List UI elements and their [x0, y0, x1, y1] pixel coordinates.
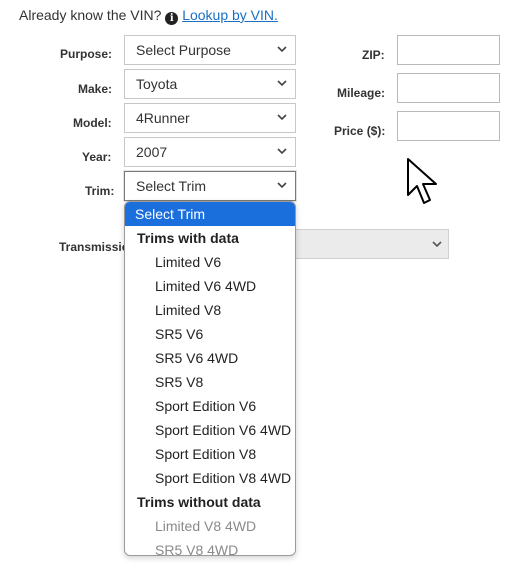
- trim-option-select-trim[interactable]: Select Trim: [125, 202, 295, 226]
- chevron-down-icon: [277, 114, 287, 121]
- optgroup-trims-with-data: Trims with data: [137, 230, 239, 246]
- year-select[interactable]: 2007: [124, 137, 296, 167]
- vin-prompt-row: Already know the VIN? i Lookup by VIN.: [19, 7, 278, 25]
- trim-dropdown-list[interactable]: Select Trim Trims with data Limited V6 L…: [124, 201, 296, 556]
- chevron-down-icon: [277, 182, 287, 189]
- vin-prompt-text: Already know the VIN?: [19, 7, 162, 23]
- mouse-pointer-icon: [407, 158, 437, 204]
- transmission-label: Transmissio: [59, 240, 130, 254]
- make-select[interactable]: Toyota: [124, 69, 296, 99]
- chevron-down-icon: [432, 241, 442, 248]
- year-label: Year:: [82, 150, 112, 164]
- optgroup-trims-without-data: Trims without data: [137, 494, 261, 510]
- trim-option[interactable]: SR5 V6: [125, 322, 295, 346]
- model-label: Model:: [73, 116, 112, 130]
- zip-input[interactable]: [397, 35, 500, 65]
- trim-select[interactable]: Select Trim: [124, 171, 296, 201]
- trim-label: Trim:: [85, 184, 115, 198]
- purpose-label: Purpose:: [60, 47, 113, 61]
- make-label: Make:: [78, 82, 113, 96]
- lookup-by-vin-link[interactable]: Lookup by VIN.: [182, 7, 278, 23]
- trim-option[interactable]: Sport Edition V8 4WD: [125, 466, 295, 490]
- purpose-select-value: Select Purpose: [136, 42, 231, 58]
- mileage-label: Mileage:: [337, 86, 386, 100]
- trim-option-disabled: Limited V8 4WD: [155, 518, 257, 534]
- trim-option-disabled: SR5 V8 4WD: [155, 542, 239, 556]
- zip-label: ZIP:: [362, 48, 385, 62]
- trim-option[interactable]: SR5 V6 4WD: [125, 346, 295, 370]
- price-label: Price ($):: [334, 124, 386, 138]
- trim-option[interactable]: Sport Edition V8: [125, 442, 295, 466]
- transmission-select[interactable]: [288, 229, 449, 259]
- chevron-down-icon: [277, 80, 287, 87]
- trim-option[interactable]: Sport Edition V6 4WD: [125, 418, 295, 442]
- year-select-value: 2007: [136, 144, 168, 160]
- chevron-down-icon: [277, 148, 287, 155]
- trim-option[interactable]: Limited V8: [125, 298, 295, 322]
- purpose-select[interactable]: Select Purpose: [124, 35, 296, 65]
- trim-select-value: Select Trim: [136, 178, 207, 194]
- mileage-input[interactable]: [397, 73, 500, 103]
- chevron-down-icon: [277, 46, 287, 53]
- trim-option[interactable]: Limited V6: [125, 250, 295, 274]
- price-input[interactable]: [397, 111, 500, 141]
- trim-option[interactable]: Limited V6 4WD: [125, 274, 295, 298]
- trim-option[interactable]: SR5 V8: [125, 370, 295, 394]
- model-select[interactable]: 4Runner: [124, 103, 296, 133]
- trim-option[interactable]: Sport Edition V6: [125, 394, 295, 418]
- info-icon[interactable]: i: [165, 12, 179, 25]
- make-select-value: Toyota: [136, 76, 178, 92]
- model-select-value: 4Runner: [136, 110, 190, 126]
